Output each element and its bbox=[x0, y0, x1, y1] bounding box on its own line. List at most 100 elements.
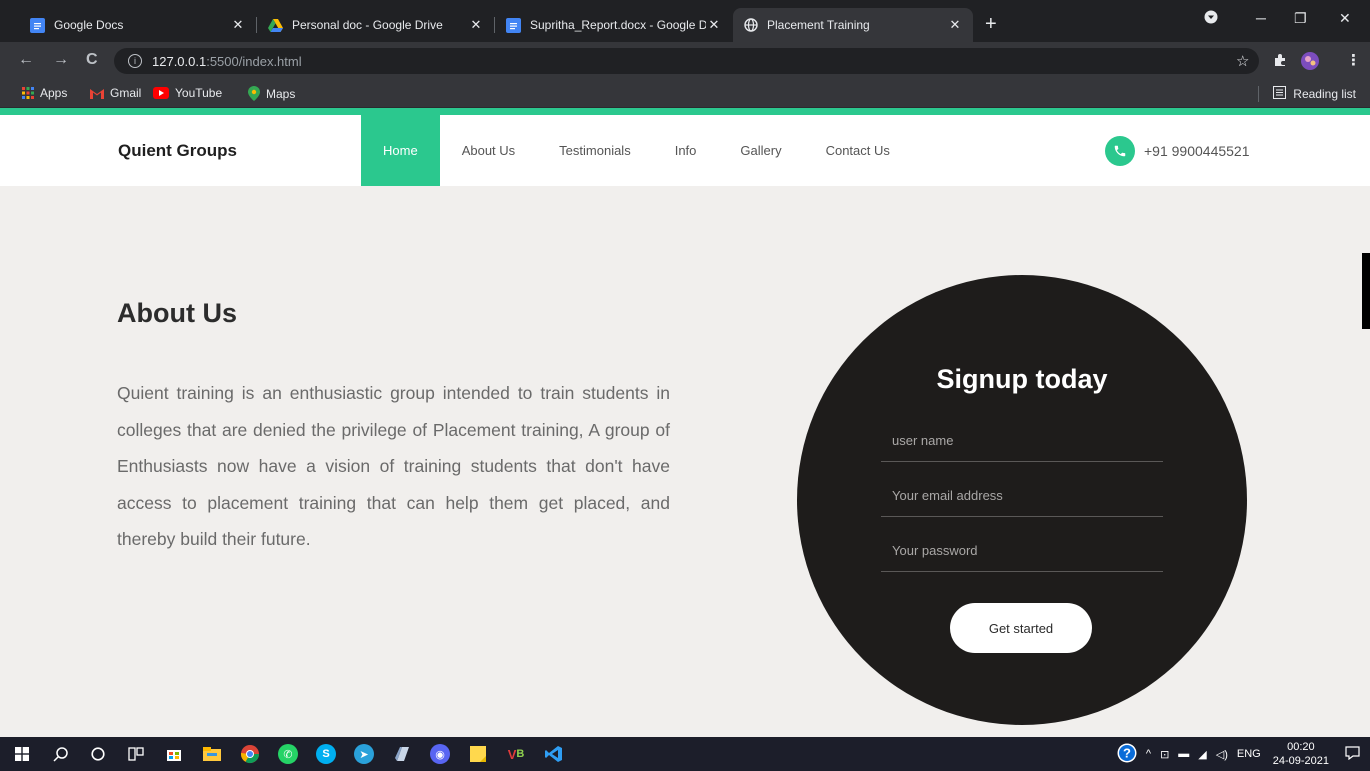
bookmark-apps[interactable]: Apps bbox=[22, 86, 67, 100]
cortana-icon[interactable] bbox=[80, 737, 116, 771]
new-tab-button[interactable]: + bbox=[985, 14, 997, 34]
phone-contact[interactable]: +91 9900445521 bbox=[1105, 136, 1250, 166]
about-heading: About Us bbox=[117, 298, 237, 328]
chevron-up-icon[interactable]: ^ bbox=[1146, 748, 1151, 760]
get-started-button[interactable]: Get started bbox=[950, 603, 1092, 653]
nav-testimonials[interactable]: Testimonials bbox=[537, 115, 653, 186]
chrome-icon[interactable] bbox=[232, 737, 268, 771]
extensions-icon[interactable] bbox=[1273, 53, 1287, 71]
menu-kebab-icon[interactable]: ⋮ bbox=[1346, 51, 1361, 69]
gmail-icon bbox=[90, 88, 104, 99]
minimize-icon[interactable]: ─ bbox=[1256, 10, 1266, 26]
site-navbar: Quient Groups Home About Us Testimonials… bbox=[0, 115, 1370, 186]
password-input[interactable]: Your password bbox=[881, 530, 1163, 572]
apps-grid-icon bbox=[22, 87, 34, 99]
tab-placement-training[interactable]: Placement Training ✕ bbox=[733, 8, 973, 42]
about-paragraph: Quient training is an enthusiastic group… bbox=[117, 383, 670, 549]
reload-icon[interactable]: C bbox=[86, 51, 98, 69]
bookmarks-bar: Apps Gmail YouTube Maps Reading list bbox=[0, 80, 1370, 108]
reading-list-icon bbox=[1273, 86, 1287, 102]
bookmark-gmail[interactable]: Gmail bbox=[90, 86, 141, 100]
password-placeholder: Your password bbox=[892, 543, 978, 558]
back-arrow-icon[interactable]: ← bbox=[18, 51, 34, 69]
skype-icon[interactable]: S bbox=[308, 737, 344, 771]
close-icon[interactable]: ✕ bbox=[947, 17, 963, 33]
svg-text:?: ? bbox=[1123, 745, 1131, 760]
avatar[interactable] bbox=[1300, 51, 1320, 75]
email-placeholder: Your email address bbox=[892, 488, 1003, 503]
username-input[interactable]: user name bbox=[881, 420, 1163, 462]
windows-start-icon[interactable] bbox=[4, 737, 40, 771]
whatsapp-icon[interactable]: ✆ bbox=[270, 737, 306, 771]
vscode-icon[interactable] bbox=[536, 737, 572, 771]
reading-list-button[interactable]: Reading list bbox=[1258, 86, 1356, 102]
bookmark-label: Gmail bbox=[110, 86, 142, 100]
tab-google-drive[interactable]: Personal doc - Google Drive ✕ bbox=[258, 8, 494, 42]
restore-icon[interactable]: ❐ bbox=[1294, 10, 1307, 27]
tab-google-docs[interactable]: Google Docs ✕ bbox=[20, 8, 256, 42]
help-icon[interactable]: ? bbox=[1117, 743, 1137, 766]
tab-title: Placement Training bbox=[767, 18, 870, 32]
email-input[interactable]: Your email address bbox=[881, 475, 1163, 517]
accent-line bbox=[0, 108, 1370, 115]
wifi-icon[interactable]: ◢ bbox=[1198, 748, 1206, 761]
tab-report-doc[interactable]: Supritha_Report.docx - Google D ✕ bbox=[496, 8, 732, 42]
clock[interactable]: 00:20 24-09-2021 bbox=[1273, 740, 1329, 768]
forward-arrow-icon[interactable]: → bbox=[53, 51, 69, 69]
url-path: :5500/index.html bbox=[206, 53, 302, 69]
browser-tab-bar: Google Docs ✕ Personal doc - Google Driv… bbox=[0, 0, 1370, 42]
windows-taskbar: ✆ S ➤ ◉ VB ? ^ ⊡ ▬ ◢ ◁) ENG 00:20 24-09-… bbox=[0, 737, 1370, 771]
sticky-notes-icon[interactable] bbox=[460, 737, 496, 771]
tab-title: Google Docs bbox=[54, 18, 124, 32]
nav-gallery[interactable]: Gallery bbox=[718, 115, 803, 186]
reading-list-label: Reading list bbox=[1293, 87, 1356, 101]
volume-icon[interactable]: ◁) bbox=[1216, 748, 1228, 761]
google-docs-icon bbox=[30, 17, 45, 33]
nav-about-us[interactable]: About Us bbox=[440, 115, 537, 186]
file-explorer-icon[interactable] bbox=[194, 737, 230, 771]
profile-dropdown-icon[interactable] bbox=[1204, 10, 1218, 27]
username-placeholder: user name bbox=[892, 433, 954, 448]
bookmark-youtube[interactable]: YouTube bbox=[153, 86, 222, 100]
tab-separator bbox=[256, 17, 257, 33]
nav-contact-us[interactable]: Contact Us bbox=[804, 115, 912, 186]
search-icon[interactable] bbox=[42, 737, 78, 771]
phone-icon bbox=[1105, 136, 1135, 166]
divider bbox=[1258, 86, 1260, 102]
window-close-icon[interactable]: ✕ bbox=[1339, 10, 1351, 27]
close-icon[interactable]: ✕ bbox=[706, 17, 722, 33]
bookmark-label: Apps bbox=[40, 86, 68, 100]
url-host: 127.0.0.1 bbox=[152, 53, 207, 69]
globe-icon bbox=[743, 18, 758, 33]
battery-icon[interactable]: ▬ bbox=[1178, 748, 1189, 760]
site-info-icon[interactable]: i bbox=[128, 54, 142, 68]
nav-home[interactable]: Home bbox=[361, 115, 440, 186]
notes-app-icon[interactable] bbox=[384, 737, 420, 771]
store-icon[interactable] bbox=[156, 737, 192, 771]
notification-icon[interactable] bbox=[1345, 745, 1360, 763]
address-bar[interactable]: i 127.0.0.1:5500/index.html bbox=[114, 48, 1259, 74]
task-view-icon[interactable] bbox=[118, 737, 154, 771]
bookmark-maps[interactable]: Maps bbox=[248, 86, 295, 101]
scroll-indicator[interactable] bbox=[1362, 253, 1370, 329]
telegram-icon[interactable]: ➤ bbox=[346, 737, 382, 771]
meet-now-icon[interactable]: ⊡ bbox=[1160, 748, 1169, 761]
youtube-icon bbox=[153, 87, 169, 99]
google-docs-icon bbox=[506, 17, 521, 33]
maps-pin-icon bbox=[248, 86, 260, 101]
address-toolbar: ← → C i 127.0.0.1:5500/index.html ☆ ⋮ bbox=[0, 42, 1370, 80]
discord-icon[interactable]: ◉ bbox=[422, 737, 458, 771]
nav-info[interactable]: Info bbox=[653, 115, 719, 186]
tab-title: Personal doc - Google Drive bbox=[292, 18, 443, 32]
tab-separator bbox=[494, 17, 495, 33]
bookmark-star-icon[interactable]: ☆ bbox=[1236, 52, 1249, 70]
bookmark-label: Maps bbox=[266, 86, 296, 101]
close-icon[interactable]: ✕ bbox=[468, 17, 484, 33]
close-icon[interactable]: ✕ bbox=[230, 17, 246, 33]
clock-time: 00:20 bbox=[1287, 741, 1315, 753]
tab-title: Supritha_Report.docx - Google D bbox=[530, 18, 706, 32]
brand-logo-text[interactable]: Quient Groups bbox=[118, 141, 237, 161]
system-tray: ? ^ ⊡ ▬ ◢ ◁) ENG 00:20 24-09-2021 bbox=[1108, 737, 1360, 771]
vb-app-icon[interactable]: VB bbox=[498, 737, 534, 771]
language-indicator[interactable]: ENG bbox=[1237, 748, 1261, 760]
